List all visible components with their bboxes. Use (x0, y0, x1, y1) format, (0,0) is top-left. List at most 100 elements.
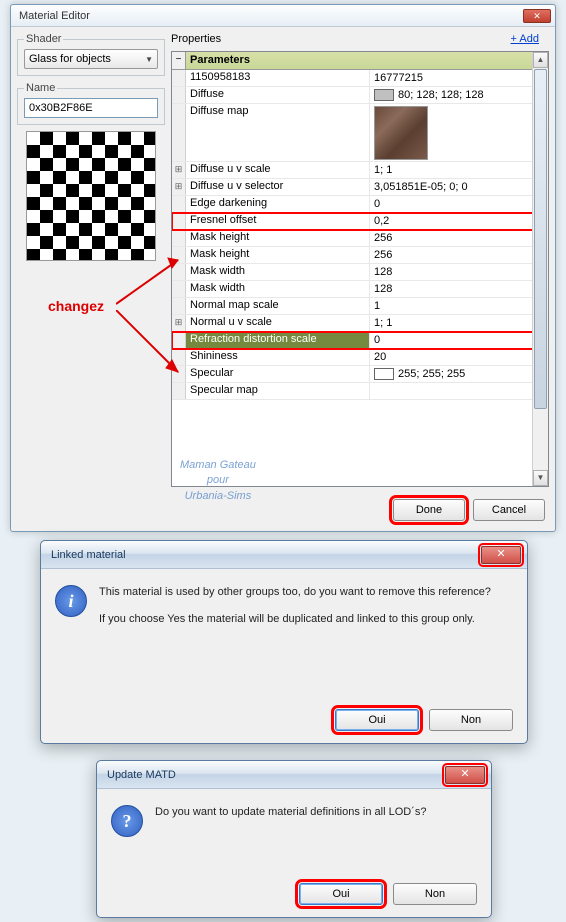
property-name: Refraction distortion scale (186, 332, 370, 348)
dialog-text: This material is used by other groups to… (99, 585, 491, 640)
property-value[interactable]: 0 (370, 196, 548, 212)
property-row[interactable]: Refraction distortion scale0 (172, 332, 548, 349)
property-row[interactable]: ⊞Diffuse u v selector3,051851E-05; 0; 0 (172, 179, 548, 196)
property-value[interactable]: 0 (370, 332, 548, 348)
expand-icon (172, 213, 186, 229)
property-value[interactable]: 3,051851E-05; 0; 0 (370, 179, 548, 195)
property-row[interactable]: Mask height256 (172, 230, 548, 247)
cancel-button[interactable]: Cancel (473, 499, 545, 521)
property-name: Normal map scale (186, 298, 370, 314)
scrollbar[interactable]: ▲ ▼ (532, 52, 548, 486)
property-value[interactable]: 128 (370, 281, 548, 297)
parameters-group-header[interactable]: − Parameters (172, 52, 548, 70)
property-name: Diffuse map (186, 104, 370, 161)
property-name: Specular map (186, 383, 370, 399)
material-editor-window: Material Editor ✕ Shader Glass for objec… (10, 4, 556, 532)
dialog-title: Update MATD (107, 769, 445, 781)
property-value[interactable]: 16777215 (370, 70, 548, 86)
expand-icon (172, 87, 186, 103)
property-value[interactable]: 1 (370, 298, 548, 314)
property-row[interactable]: Diffuse80; 128; 128; 128 (172, 87, 548, 104)
property-row[interactable]: Fresnel offset0,2 (172, 213, 548, 230)
property-name: Mask width (186, 281, 370, 297)
property-value[interactable] (370, 383, 548, 399)
shader-group: Shader Glass for objects ▼ (17, 33, 165, 76)
expand-icon[interactable]: ⊞ (172, 162, 186, 178)
yes-button[interactable]: Oui (299, 883, 383, 905)
property-row[interactable]: 115095818316777215 (172, 70, 548, 87)
scroll-down-icon[interactable]: ▼ (533, 470, 548, 486)
property-value[interactable]: 80; 128; 128; 128 (370, 87, 548, 103)
dialog-title: Linked material (51, 549, 481, 561)
color-swatch (374, 89, 394, 101)
name-group: Name 0x30B2F86E (17, 82, 165, 125)
shader-label: Shader (24, 33, 63, 45)
collapse-icon[interactable]: − (172, 52, 186, 69)
property-row[interactable]: Specular map (172, 383, 548, 400)
property-row[interactable]: Shininess20 (172, 349, 548, 366)
property-value[interactable]: 128 (370, 264, 548, 280)
property-name: Diffuse u v selector (186, 179, 370, 195)
linked-material-dialog: Linked material ✕ i This material is use… (40, 540, 528, 744)
info-icon: i (55, 585, 87, 617)
no-button[interactable]: Non (393, 883, 477, 905)
property-row[interactable]: Normal map scale1 (172, 298, 548, 315)
property-name: Fresnel offset (186, 213, 370, 229)
property-row[interactable]: Mask width128 (172, 264, 548, 281)
property-row[interactable]: Mask height256 (172, 247, 548, 264)
expand-icon (172, 383, 186, 399)
group-label: Parameters (186, 52, 548, 69)
dialog-titlebar[interactable]: Update MATD ✕ (97, 761, 491, 789)
property-value[interactable]: 0,2 (370, 213, 548, 229)
property-name: Mask height (186, 247, 370, 263)
shader-value: Glass for objects (29, 53, 111, 65)
property-row[interactable]: Edge darkening0 (172, 196, 548, 213)
property-row[interactable]: Diffuse map (172, 104, 548, 162)
scroll-up-icon[interactable]: ▲ (533, 52, 548, 68)
done-button[interactable]: Done (393, 499, 465, 521)
close-icon[interactable]: ✕ (481, 546, 521, 564)
expand-icon (172, 70, 186, 86)
expand-icon (172, 196, 186, 212)
no-button[interactable]: Non (429, 709, 513, 731)
property-row[interactable]: ⊞Normal u v scale1; 1 (172, 315, 548, 332)
question-icon: ? (111, 805, 143, 837)
arrow-icon (116, 310, 186, 380)
arrow-icon (116, 254, 186, 314)
property-grid: − Parameters 115095818316777215Diffuse80… (171, 51, 549, 487)
yes-button[interactable]: Oui (335, 709, 419, 731)
window-title: Material Editor (15, 10, 523, 22)
titlebar[interactable]: Material Editor ✕ (11, 5, 555, 27)
property-value[interactable]: 256 (370, 230, 548, 246)
material-preview (26, 131, 156, 261)
name-label: Name (24, 82, 57, 94)
property-value[interactable]: 256 (370, 247, 548, 263)
property-name: 1150958183 (186, 70, 370, 86)
properties-label: Properties (171, 33, 221, 45)
property-row[interactable]: Specular255; 255; 255 (172, 366, 548, 383)
chevron-down-icon: ▼ (145, 55, 153, 64)
property-row[interactable]: ⊞Diffuse u v scale1; 1 (172, 162, 548, 179)
annotation-text: changez (48, 298, 104, 314)
property-value[interactable] (370, 104, 548, 161)
property-name: Mask width (186, 264, 370, 280)
texture-thumbnail (374, 106, 428, 160)
close-icon[interactable]: ✕ (445, 766, 485, 784)
property-value[interactable]: 1; 1 (370, 162, 548, 178)
scroll-thumb[interactable] (534, 69, 547, 409)
property-name: Specular (186, 366, 370, 382)
property-value[interactable]: 20 (370, 349, 548, 365)
property-name: Mask height (186, 230, 370, 246)
add-link[interactable]: + Add (511, 33, 539, 45)
property-value[interactable]: 255; 255; 255 (370, 366, 548, 382)
property-name: Normal u v scale (186, 315, 370, 331)
property-row[interactable]: Mask width128 (172, 281, 548, 298)
property-name: Shininess (186, 349, 370, 365)
property-name: Edge darkening (186, 196, 370, 212)
dialog-titlebar[interactable]: Linked material ✕ (41, 541, 527, 569)
shader-dropdown[interactable]: Glass for objects ▼ (24, 49, 158, 69)
property-value[interactable]: 1; 1 (370, 315, 548, 331)
name-input[interactable]: 0x30B2F86E (24, 98, 158, 118)
expand-icon[interactable]: ⊞ (172, 179, 186, 195)
close-icon[interactable]: ✕ (523, 9, 551, 23)
